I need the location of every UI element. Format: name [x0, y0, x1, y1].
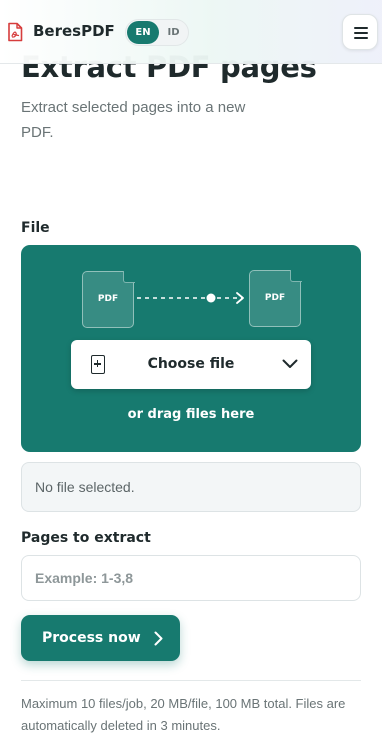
- chevron-right-icon: [154, 631, 163, 646]
- drag-hint: or drag files here: [127, 407, 255, 422]
- doc-label: PDF: [97, 294, 119, 304]
- process-button-label: Process now: [42, 630, 141, 646]
- lang-option-id[interactable]: ID: [159, 21, 188, 44]
- chevron-down-icon: [282, 359, 298, 368]
- top-bar: BeresPDF EN ID: [0, 0, 382, 64]
- file-status: No file selected.: [21, 462, 361, 512]
- page-subtitle: Extract selected pages into a new PDF.: [21, 99, 246, 141]
- hamburger-menu-icon: [354, 27, 368, 29]
- pdf-file-icon: PDF: [82, 270, 135, 328]
- process-button[interactable]: Process now: [21, 615, 180, 661]
- main-content: Extract PDF pages Extract selected pages…: [21, 50, 361, 733]
- file-label: File: [21, 220, 50, 236]
- pages-input[interactable]: [21, 555, 361, 601]
- page: Extract PDF pages Extract selected pages…: [0, 0, 382, 756]
- divider: [21, 680, 361, 681]
- limits-footnote: Maximum 10 files/job, 20 MB/file, 100 MB…: [21, 696, 346, 733]
- file-dropzone[interactable]: PDF PDF Choose file or drag files here: [21, 245, 361, 452]
- hamburger-menu-icon: [354, 32, 368, 34]
- doc-label: PDF: [264, 293, 286, 303]
- language-switch[interactable]: EN ID: [125, 19, 189, 46]
- pages-label: Pages to extract: [21, 530, 151, 546]
- hamburger-menu-icon: [354, 37, 368, 39]
- choose-file-label: Choose file: [147, 356, 235, 372]
- pdf-document-icon[interactable]: [5, 22, 25, 42]
- arrow-flow-icon: [137, 292, 244, 304]
- pdf-file-icon: PDF: [249, 269, 302, 327]
- lang-option-en[interactable]: EN: [127, 21, 159, 44]
- brand-name[interactable]: BeresPDF: [33, 22, 115, 40]
- menu-button[interactable]: [342, 14, 378, 50]
- choose-file-button[interactable]: Choose file: [71, 340, 311, 389]
